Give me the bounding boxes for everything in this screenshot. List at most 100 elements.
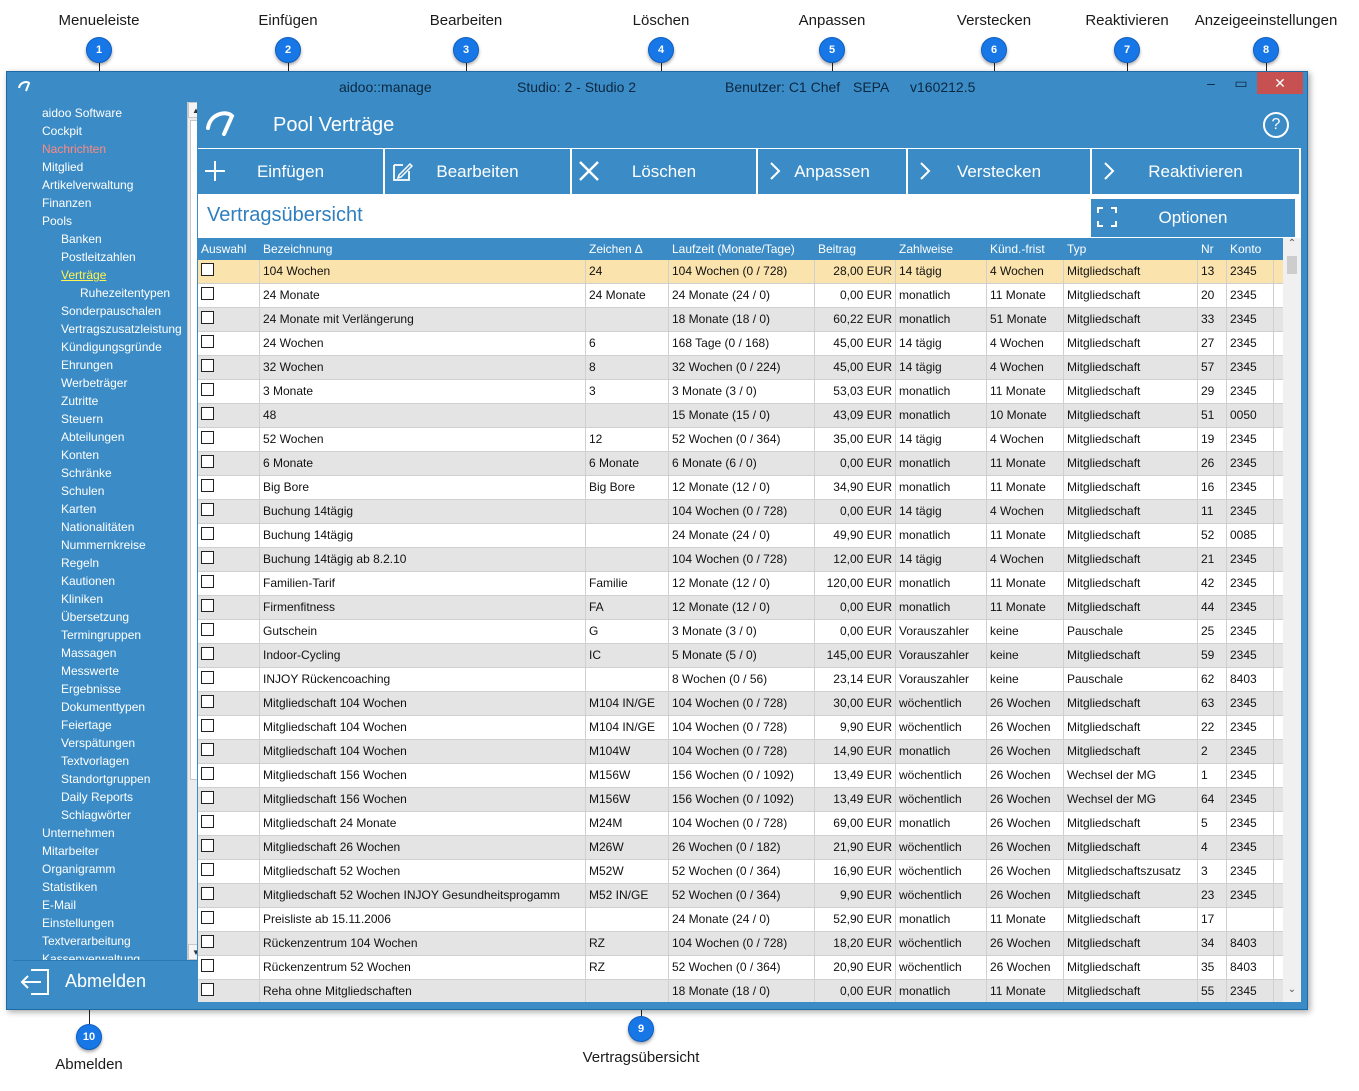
table-row[interactable]: Indoor-Cycling IC 5 Monate (5 / 0) 145,00 E… xyxy=(198,644,1283,668)
table-row[interactable]: Mitgliedschaft 156 Wochen M156W 156 Wochen… xyxy=(198,764,1283,788)
table-row[interactable]: Mitgliedschaft 52 Wochen M52W 52 Wochen (0… xyxy=(198,860,1283,884)
sidebar-item[interactable]: Nummernkreise xyxy=(61,536,146,554)
row-checkbox[interactable] xyxy=(201,839,214,852)
column-header[interactable]: Bezeichnung xyxy=(263,242,332,256)
sidebar-item[interactable]: Feiertage xyxy=(61,716,112,734)
row-checkbox[interactable] xyxy=(201,815,214,828)
row-checkbox[interactable] xyxy=(201,455,214,468)
table-row[interactable]: Firmenfitness FA 12 Monate (12 / 0) 0,00 EU… xyxy=(198,596,1283,620)
row-checkbox[interactable] xyxy=(201,599,214,612)
table-scrollbar[interactable]: ⌃ ⌄ xyxy=(1283,238,1301,1002)
sidebar-scroll-thumb[interactable] xyxy=(190,120,197,780)
sidebar-item[interactable]: Vertragszusatzleistung xyxy=(61,320,182,338)
row-checkbox[interactable] xyxy=(201,719,214,732)
sidebar-item[interactable]: Massagen xyxy=(61,644,116,662)
table-row[interactable]: Rückenzentrum 104 Wochen RZ 104 Wochen (0 … xyxy=(198,932,1283,956)
row-checkbox[interactable] xyxy=(201,335,214,348)
sidebar-item[interactable]: Abteilungen xyxy=(61,428,124,446)
title-bar[interactable]: aidoo::manage Studio: 2 - Studio 2 Benut… xyxy=(7,72,1307,102)
sidebar-item[interactable]: Pools xyxy=(42,212,72,230)
sidebar-item[interactable]: Ergebnisse xyxy=(61,680,121,698)
row-checkbox[interactable] xyxy=(201,575,214,588)
sidebar-item[interactable]: Termingruppen xyxy=(61,626,141,644)
column-header[interactable]: Künd.-frist xyxy=(990,242,1045,256)
sidebar-item[interactable]: Messwerte xyxy=(61,662,119,680)
sidebar-item[interactable]: Postleitzahlen xyxy=(61,248,136,266)
table-row[interactable]: 3 Monate 3 3 Monate (3 / 0) 53,03 EUR monatl… xyxy=(198,380,1283,404)
minimize-button[interactable]: – xyxy=(1201,72,1221,94)
table-row[interactable]: Rückenzentrum 52 Wochen RZ 52 Wochen (0 / … xyxy=(198,956,1283,980)
sidebar-item[interactable]: Konten xyxy=(61,446,99,464)
sidebar-item[interactable]: Textvorlagen xyxy=(61,752,129,770)
row-checkbox[interactable] xyxy=(201,311,214,324)
table-scroll-thumb[interactable] xyxy=(1287,256,1297,274)
sidebar-item[interactable]: Schränke xyxy=(61,464,112,482)
table-row[interactable]: Reha ohne Mitgliedschaften 18 Monate (18 … xyxy=(198,980,1283,1002)
sidebar-item[interactable]: Mitarbeiter xyxy=(42,842,99,860)
toolbar-button-4[interactable]: Anpassen xyxy=(758,149,908,194)
table-row[interactable]: 48 15 Monate (15 / 0) 43,09 EUR monatlich 10… xyxy=(198,404,1283,428)
column-header[interactable]: Konto xyxy=(1230,242,1261,256)
column-header[interactable]: Nr xyxy=(1201,242,1214,256)
row-checkbox[interactable] xyxy=(201,503,214,516)
row-checkbox[interactable] xyxy=(201,671,214,684)
sidebar-item[interactable]: Ehrungen xyxy=(61,356,113,374)
table-row[interactable]: Preisliste ab 15.11.2006 24 Monate (24 / … xyxy=(198,908,1283,932)
table-row[interactable]: 32 Wochen 8 32 Wochen (0 / 224) 45,00 EUR 14… xyxy=(198,356,1283,380)
toolbar-button-2[interactable]: Bearbeiten xyxy=(385,149,572,194)
row-checkbox[interactable] xyxy=(201,767,214,780)
sidebar-item[interactable]: Übersetzung xyxy=(61,608,129,626)
column-header[interactable]: Auswahl xyxy=(201,242,246,256)
table-row[interactable]: Mitgliedschaft 24 Monate M24M 104 Wochen (… xyxy=(198,812,1283,836)
row-checkbox[interactable] xyxy=(201,527,214,540)
toolbar-button-6[interactable]: Reaktivieren xyxy=(1092,149,1301,194)
sidebar-item[interactable]: Nationalitäten xyxy=(61,518,134,536)
sidebar-item[interactable]: Schulen xyxy=(61,482,104,500)
row-checkbox[interactable] xyxy=(201,983,214,996)
table-row[interactable]: Big Bore Big Bore 12 Monate (12 / 0) 34,90 … xyxy=(198,476,1283,500)
options-button[interactable]: Optionen xyxy=(1091,199,1295,237)
sidebar-item[interactable]: Sonderpauschalen xyxy=(61,302,161,320)
sidebar-item[interactable]: Zutritte xyxy=(61,392,98,410)
sidebar-item[interactable]: Textverarbeitung xyxy=(42,932,131,950)
table-row[interactable]: INJOY Rückencoaching 8 Wochen (0 / 56) 23,… xyxy=(198,668,1283,692)
table-row[interactable]: Buchung 14tägig 104 Wochen (0 / 728) 0,00 … xyxy=(198,500,1283,524)
sidebar-item[interactable]: Banken xyxy=(61,230,102,248)
toolbar-button-3[interactable]: Löschen xyxy=(572,149,758,194)
row-checkbox[interactable] xyxy=(201,263,214,276)
table-row[interactable]: Mitgliedschaft 52 Wochen INJOY Gesundhei… xyxy=(198,884,1283,908)
row-checkbox[interactable] xyxy=(201,887,214,900)
help-icon[interactable]: ? xyxy=(1263,112,1289,138)
sidebar-item[interactable]: Statistiken xyxy=(42,878,97,896)
row-checkbox[interactable] xyxy=(201,551,214,564)
sidebar-item[interactable]: Cockpit xyxy=(42,122,82,140)
sidebar-item[interactable]: Standortgruppen xyxy=(61,770,150,788)
column-header[interactable]: Typ xyxy=(1067,242,1086,256)
scroll-down-icon[interactable]: ▼ xyxy=(188,944,197,960)
sidebar-item[interactable]: Kliniken xyxy=(61,590,103,608)
sidebar-item[interactable]: Kautionen xyxy=(61,572,115,590)
sidebar-item[interactable]: Kündigungsgründe xyxy=(61,338,162,356)
table-row[interactable]: 104 Wochen 24 104 Wochen (0 / 728) 28,00 EU… xyxy=(198,260,1283,284)
column-header[interactable]: Zeichen ∆ xyxy=(589,242,642,256)
table-row[interactable]: Mitgliedschaft 104 Wochen M104 IN/GE 104 W… xyxy=(198,692,1283,716)
sidebar-item[interactable]: aidoo Software xyxy=(42,104,122,122)
row-checkbox[interactable] xyxy=(201,695,214,708)
sidebar-item[interactable]: Ruhezeitentypen xyxy=(80,284,170,302)
table-row[interactable]: Buchung 14tägig ab 8.2.10 104 Wochen (0 /… xyxy=(198,548,1283,572)
sidebar-item[interactable]: Einstellungen xyxy=(42,914,114,932)
sidebar-item[interactable]: Steuern xyxy=(61,410,103,428)
row-checkbox[interactable] xyxy=(201,431,214,444)
row-checkbox[interactable] xyxy=(201,743,214,756)
table-row[interactable]: Mitgliedschaft 104 Wochen M104 IN/GE 104 W… xyxy=(198,716,1283,740)
table-row[interactable]: 24 Wochen 6 168 Tage (0 / 168) 45,00 EUR 14 … xyxy=(198,332,1283,356)
sidebar-item[interactable]: Finanzen xyxy=(42,194,91,212)
row-checkbox[interactable] xyxy=(201,479,214,492)
row-checkbox[interactable] xyxy=(201,623,214,636)
table-row[interactable]: Gutschein G 3 Monate (3 / 0) 0,00 EUR Voraus… xyxy=(198,620,1283,644)
row-checkbox[interactable] xyxy=(201,359,214,372)
row-checkbox[interactable] xyxy=(201,863,214,876)
scroll-up-icon[interactable]: ▲ xyxy=(188,102,197,118)
sidebar-item[interactable]: Kassenverwaltung xyxy=(42,950,140,960)
sidebar-item[interactable]: Mitglied xyxy=(42,158,83,176)
